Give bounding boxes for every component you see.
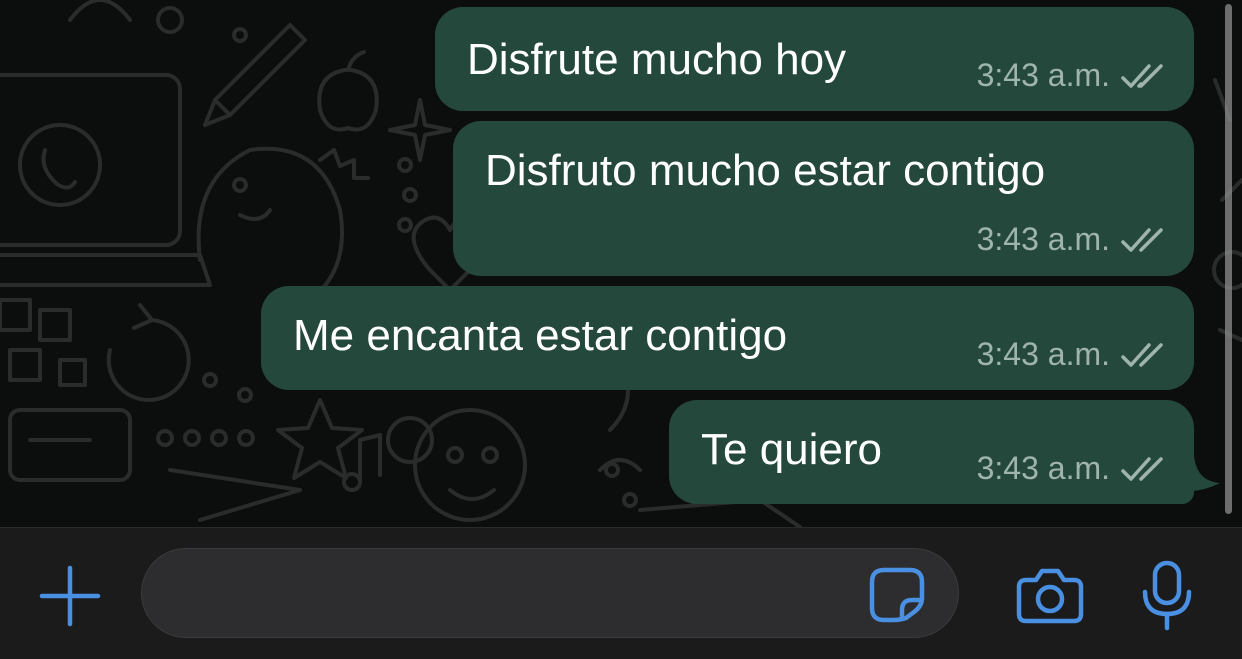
bubble-tail [1180,455,1220,492]
message-meta: 3:43 a.m. [977,221,1166,258]
message-input[interactable] [141,548,959,638]
message-time: 3:43 a.m. [976,57,1110,93]
double-check-icon [1121,342,1163,367]
message-meta: 3:43 a.m. [977,57,1166,94]
message-meta: 3:43 a.m. [977,450,1166,487]
double-check-icon [1121,227,1163,252]
plus-icon[interactable] [38,564,102,628]
outgoing-message-bubble[interactable]: Me encanta estar contigo 3:43 a.m. [261,286,1194,390]
outgoing-message-bubble[interactable]: Te quiero 3:43 a.m. [669,400,1194,504]
chat-message-area[interactable]: Disfrute mucho hoy 3:43 a.m. Disfruto mu… [0,0,1242,527]
message-text: Te quiero [701,425,883,474]
sticker-icon[interactable] [868,566,926,624]
double-check-icon [1121,63,1163,88]
message-time: 3:43 a.m. [976,336,1110,372]
whatsapp-chat-screen: Disfrute mucho hoy 3:43 a.m. Disfruto mu… [0,0,1242,659]
message-text: Disfrute mucho hoy [467,35,847,84]
message-text: Me encanta estar contigo [293,311,788,360]
message-time: 3:43 a.m. [976,221,1110,257]
message-composer [0,527,1242,659]
message-text: Disfruto mucho estar contigo [485,146,1046,195]
outgoing-message-bubble[interactable]: Disfrute mucho hoy 3:43 a.m. [435,7,1194,111]
outgoing-message-bubble[interactable]: Disfruto mucho estar contigo 3:43 a.m. [453,121,1194,276]
microphone-icon[interactable] [1140,560,1194,632]
camera-icon[interactable] [1016,566,1084,624]
message-time: 3:43 a.m. [976,450,1110,486]
double-check-icon [1121,456,1163,481]
message-meta: 3:43 a.m. [977,336,1166,373]
scrollbar[interactable] [1225,4,1232,514]
